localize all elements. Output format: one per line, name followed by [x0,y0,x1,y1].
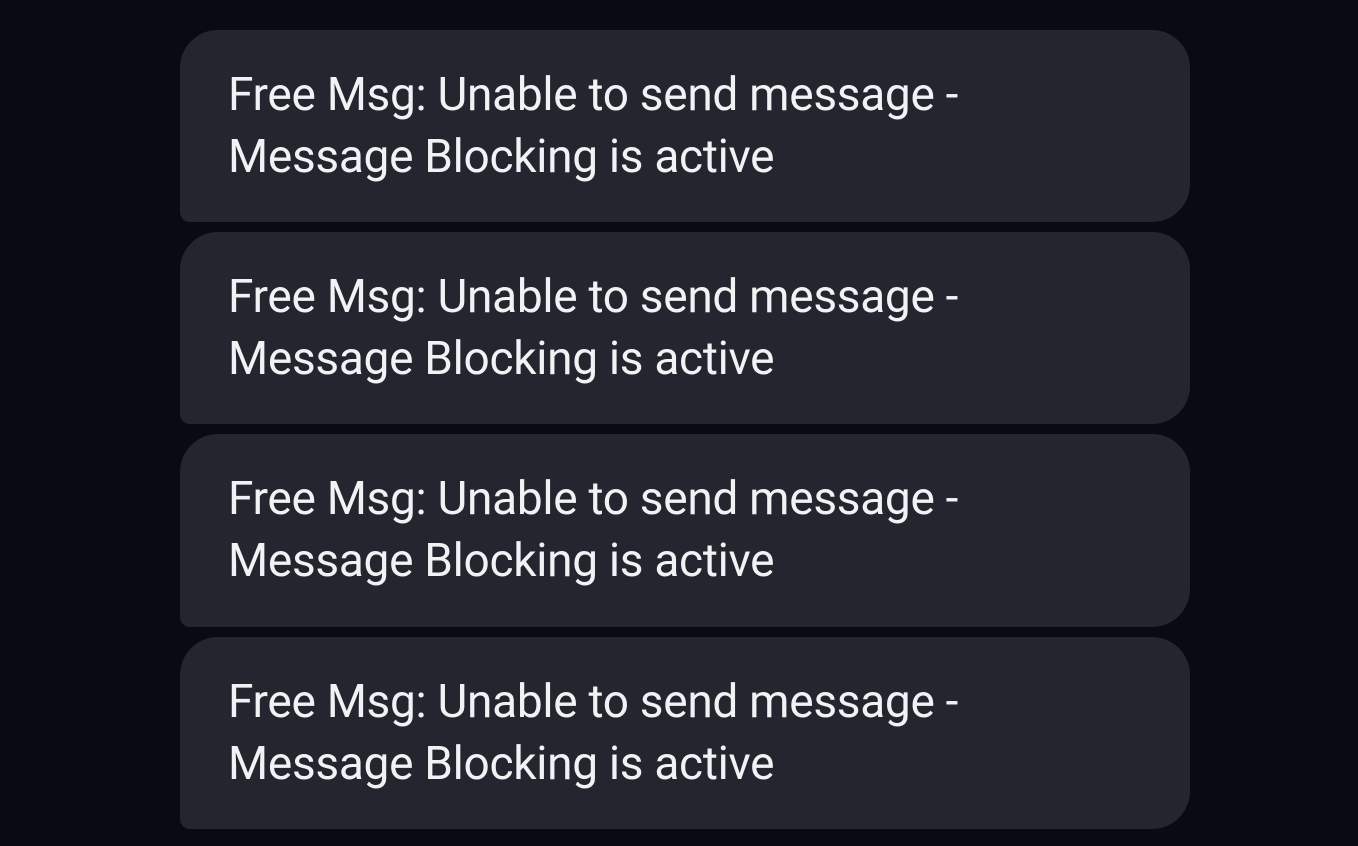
message-text: Free Msg: Unable to send message - Messa… [228,68,958,184]
message-text: Free Msg: Unable to send message - Messa… [228,472,958,588]
message-bubble[interactable]: Free Msg: Unable to send message - Messa… [180,30,1190,222]
message-text: Free Msg: Unable to send message - Messa… [228,675,958,791]
message-text: Free Msg: Unable to send message - Messa… [228,270,958,386]
message-list: Free Msg: Unable to send message - Messa… [0,30,1358,829]
message-bubble[interactable]: Free Msg: Unable to send message - Messa… [180,232,1190,424]
message-bubble[interactable]: Free Msg: Unable to send message - Messa… [180,637,1190,829]
message-bubble[interactable]: Free Msg: Unable to send message - Messa… [180,434,1190,626]
